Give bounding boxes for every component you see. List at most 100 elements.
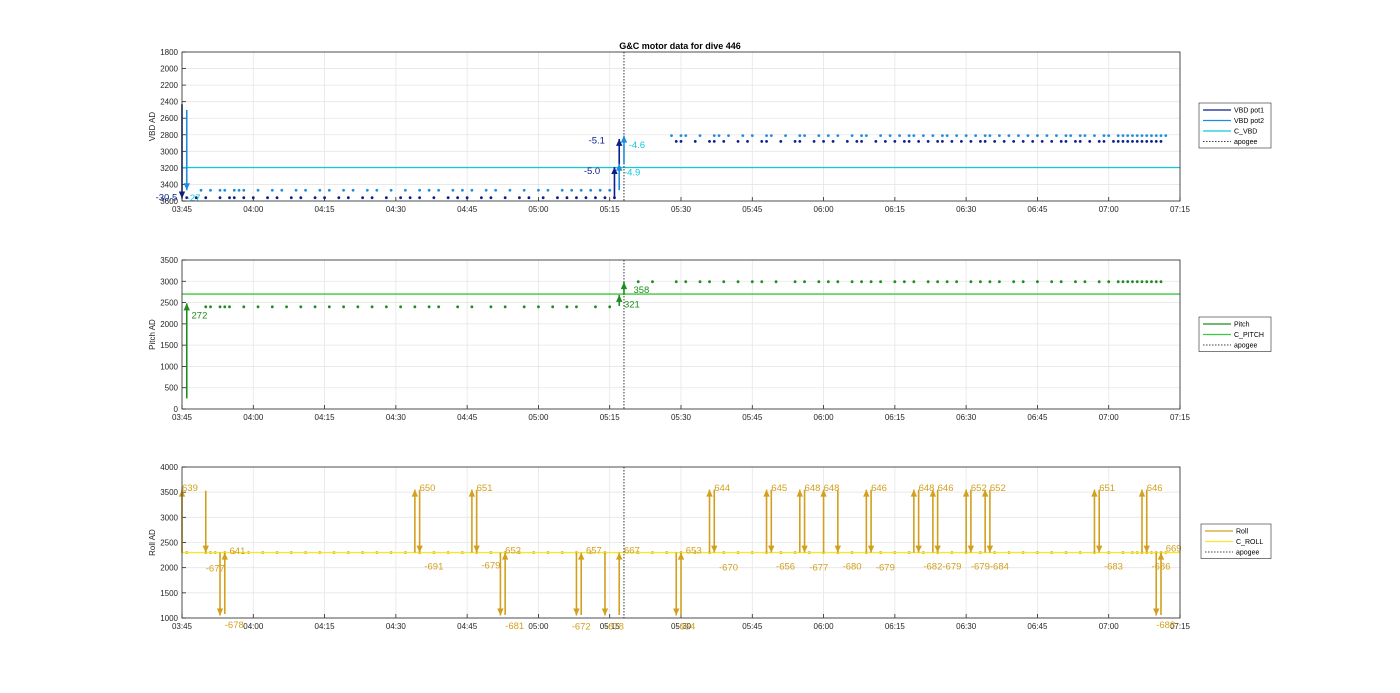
data-point bbox=[351, 188, 355, 192]
data-point bbox=[1145, 280, 1149, 284]
x-tick-label: 04:15 bbox=[315, 413, 336, 422]
data-point bbox=[608, 188, 612, 192]
data-point bbox=[232, 196, 236, 200]
data-point bbox=[760, 280, 764, 284]
data-label: 652 bbox=[990, 483, 1006, 494]
data-point bbox=[503, 196, 507, 200]
data-point bbox=[1121, 280, 1125, 284]
y-tick-label: 3500 bbox=[160, 488, 178, 497]
data-point bbox=[603, 196, 607, 200]
data-label: 646 bbox=[871, 483, 887, 494]
data-point bbox=[1012, 280, 1016, 284]
data-point bbox=[670, 134, 673, 138]
data-point bbox=[280, 188, 284, 192]
data-point bbox=[812, 140, 816, 143]
y-tick-label: 2600 bbox=[160, 114, 178, 123]
data-point bbox=[418, 196, 422, 200]
legend-label: C_VBD bbox=[1234, 129, 1257, 136]
data-point bbox=[1031, 140, 1035, 143]
data-point bbox=[1131, 134, 1134, 138]
data-point bbox=[750, 134, 754, 138]
data-point bbox=[1102, 140, 1106, 143]
figure: G&C motor data for dive 446 03:45 04:00 04… bbox=[148, 41, 1272, 633]
data-point bbox=[1159, 134, 1163, 138]
data-point bbox=[1064, 140, 1068, 143]
data-point bbox=[1116, 140, 1120, 143]
y-tick-label: 2000 bbox=[160, 320, 178, 329]
data-label: 652 bbox=[971, 483, 987, 494]
data-point bbox=[1007, 134, 1011, 138]
data-point bbox=[1026, 134, 1030, 138]
data-point bbox=[1154, 140, 1158, 143]
data-point bbox=[774, 280, 778, 284]
data-point bbox=[294, 188, 298, 192]
data-point bbox=[1126, 280, 1130, 284]
data-point bbox=[275, 196, 279, 200]
data-point bbox=[902, 140, 906, 143]
data-point bbox=[765, 134, 768, 138]
x-tick-label: 05:30 bbox=[671, 205, 692, 214]
x-tick-label: 04:45 bbox=[457, 205, 478, 214]
data-point bbox=[684, 280, 688, 284]
data-point bbox=[969, 280, 973, 284]
data-label: -4.6 bbox=[629, 140, 645, 151]
data-label: -27 bbox=[187, 193, 201, 204]
data-point bbox=[684, 134, 688, 138]
data-point bbox=[698, 134, 702, 138]
data-point bbox=[223, 305, 227, 309]
data-point bbox=[289, 196, 293, 200]
data-point bbox=[850, 134, 854, 138]
data-point bbox=[940, 134, 944, 138]
data-point bbox=[679, 140, 683, 143]
data-label: -679 bbox=[971, 562, 990, 573]
x-tick-label: 04:30 bbox=[386, 205, 407, 214]
data-point bbox=[674, 140, 678, 143]
y-tick-label: 4000 bbox=[160, 463, 178, 472]
data-point bbox=[736, 280, 740, 284]
x-tick-label: 04:00 bbox=[243, 413, 264, 422]
data-label: 641 bbox=[230, 546, 246, 557]
data-point bbox=[399, 305, 403, 309]
data-label: 651 bbox=[1099, 483, 1115, 494]
data-label: -5.0 bbox=[584, 166, 600, 177]
figure-title: G&C motor data for dive 446 bbox=[619, 41, 741, 51]
data-point bbox=[218, 188, 222, 192]
data-label: -4.9 bbox=[624, 167, 640, 178]
x-tick-label: 05:45 bbox=[742, 413, 763, 422]
data-point bbox=[1116, 134, 1120, 138]
data-point bbox=[826, 280, 830, 284]
data-label: -5.1 bbox=[589, 136, 605, 147]
y-tick-label: 3000 bbox=[160, 147, 178, 156]
x-tick-label: 05:00 bbox=[528, 622, 549, 631]
data-point bbox=[232, 188, 236, 192]
data-point bbox=[565, 305, 569, 309]
data-point bbox=[470, 305, 474, 309]
y-tick-label: 3000 bbox=[160, 277, 178, 286]
x-tick-label: 05:45 bbox=[742, 622, 763, 631]
data-point bbox=[575, 196, 578, 200]
data-point bbox=[1059, 140, 1063, 143]
y-tick-label: 1800 bbox=[160, 48, 178, 57]
y-tick-label: 2000 bbox=[160, 564, 178, 573]
data-point bbox=[1064, 134, 1068, 138]
data-point bbox=[1135, 140, 1139, 143]
legend-label: apogee bbox=[1236, 550, 1259, 557]
data-label: 272 bbox=[192, 310, 208, 321]
data-point bbox=[1150, 140, 1153, 143]
data-point bbox=[1097, 140, 1101, 143]
y-tick-label: 2500 bbox=[160, 539, 178, 548]
y-tick-label: 2800 bbox=[160, 131, 178, 140]
data-point bbox=[945, 280, 949, 284]
data-point bbox=[361, 196, 364, 200]
legend-label: apogee bbox=[1234, 139, 1257, 146]
data-point bbox=[1159, 280, 1163, 284]
data-point bbox=[427, 188, 431, 192]
data-point bbox=[204, 305, 208, 309]
data-point bbox=[883, 140, 887, 143]
data-point bbox=[1078, 140, 1082, 143]
y-tick-label: 500 bbox=[165, 384, 179, 393]
data-point bbox=[1102, 134, 1106, 138]
data-point bbox=[727, 134, 730, 138]
data-point bbox=[1036, 280, 1039, 284]
data-point bbox=[1040, 140, 1044, 143]
